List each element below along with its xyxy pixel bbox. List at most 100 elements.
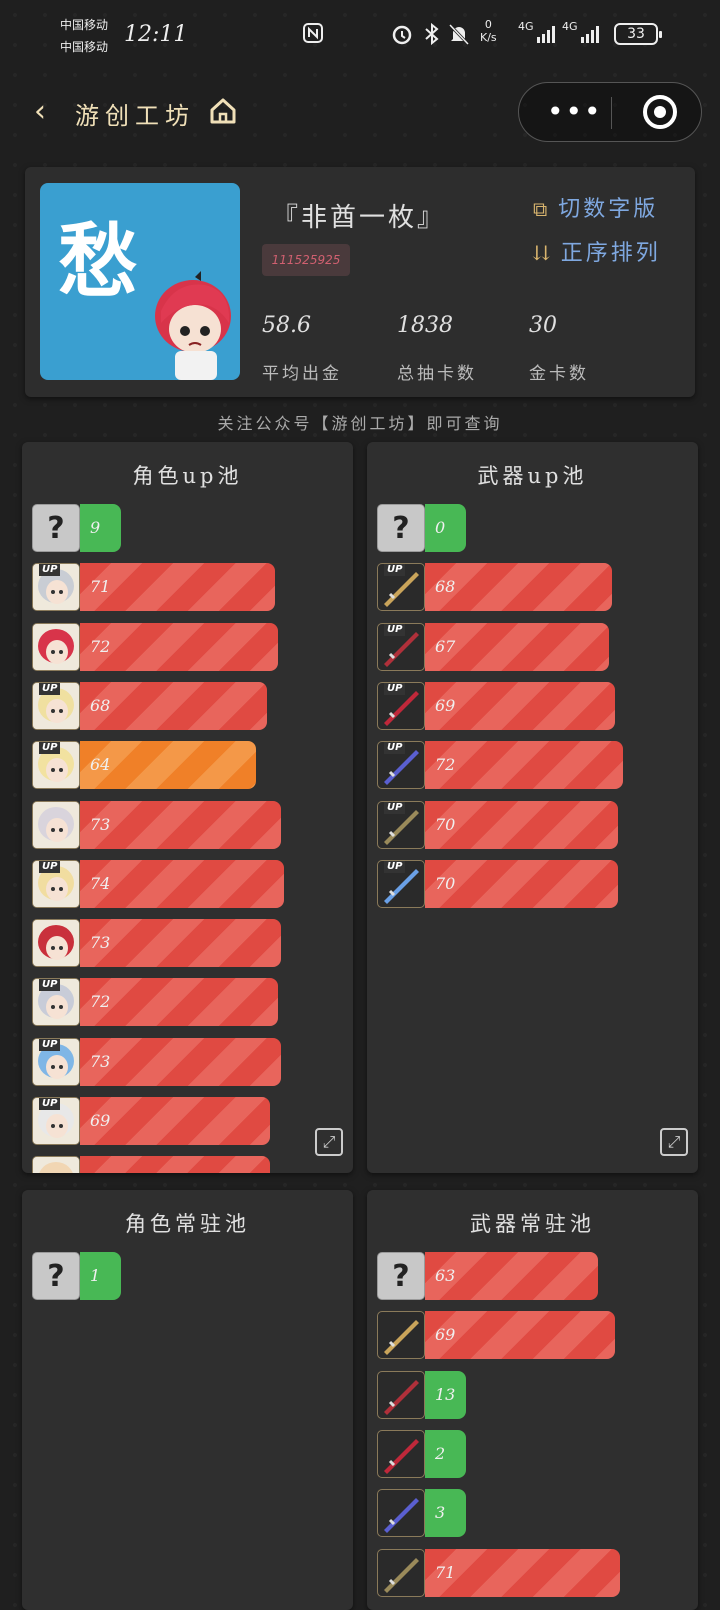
pity-count-bar: 71 (80, 563, 275, 611)
pity-count-bar: 9 (80, 504, 121, 552)
pool-row[interactable]: UP 68 (32, 682, 343, 732)
weapon-icon (377, 1549, 425, 1597)
character-portrait-icon (32, 623, 80, 671)
stat-total-pulls-value: 1838 (397, 313, 453, 338)
pity-count-bar: 72 (80, 978, 278, 1026)
pool-row[interactable]: UP 68 (377, 563, 688, 613)
unknown-item-icon: ? (32, 504, 80, 552)
pool-title: 武器常驻池 (470, 1212, 595, 1236)
sort-order-button[interactable]: ⇊ 正序排列 (533, 235, 661, 267)
pool-row[interactable]: 71 (377, 1549, 688, 1599)
pool-row[interactable]: ? 9 (32, 504, 343, 554)
pool-row[interactable]: ? 63 (377, 1252, 688, 1302)
pity-count-bar: 68 (80, 682, 267, 730)
more-icon[interactable]: ••• (547, 95, 603, 128)
pool-row[interactable]: UP 71 (32, 563, 343, 613)
pity-count-bar: 72 (425, 741, 623, 789)
question-mark-icon: ? (392, 511, 410, 546)
unknown-item-icon: ? (377, 1252, 425, 1300)
avatar-character-illustration (155, 271, 231, 380)
miniprogram-capsule: ••• (518, 82, 702, 142)
pool-row[interactable]: UP 70 (377, 801, 688, 851)
pool-title: 角色up池 (132, 464, 243, 488)
sort-icon: ⇊ (533, 241, 553, 265)
home-icon[interactable] (208, 96, 238, 126)
network-type-1: 4G (518, 20, 534, 33)
character-portrait-icon (32, 801, 80, 849)
pity-count-bar: 70 (425, 801, 618, 849)
pool-row[interactable]: UP 69 (32, 1097, 343, 1147)
close-miniprogram-icon[interactable] (643, 95, 677, 129)
pool-rows: ? 9 UP 71 72 UP 68 UP 64 73 UP 74 73 UP 72 UP 73 UP 69 (32, 504, 343, 1173)
pity-count-bar: 71 (425, 1549, 620, 1597)
question-mark-icon: ? (392, 1259, 410, 1294)
pity-count-bar: 1 (80, 1252, 121, 1300)
pool-row[interactable]: 73 (32, 919, 343, 969)
up-badge: UP (39, 1039, 61, 1051)
pool-row[interactable] (32, 1156, 343, 1173)
notice-text: 关注公众号【游创工坊】即可查询 (217, 414, 503, 433)
bluetooth-icon (422, 22, 442, 51)
character-portrait-icon: UP (32, 682, 80, 730)
clock: 12:11 (124, 22, 188, 47)
pity-count-bar: 69 (425, 1311, 615, 1359)
stat-avg-gold-value: 58.6 (262, 313, 311, 338)
pool-row[interactable]: UP 72 (377, 741, 688, 791)
weapon-icon: UP (377, 801, 425, 849)
pool-title: 角色常驻池 (125, 1212, 250, 1236)
pity-count-bar: 63 (425, 1252, 598, 1300)
character-portrait-icon (32, 919, 80, 967)
pool-rows: ? 63 69 13 2 3 71 (377, 1252, 688, 1610)
unknown-item-icon: ? (377, 504, 425, 552)
stat-total-pulls-label: 总抽卡数 (397, 364, 477, 384)
sort-order-label: 正序排列 (560, 241, 661, 266)
back-button[interactable]: ‹ (34, 94, 46, 129)
pool-row[interactable]: 73 (32, 801, 343, 851)
character-portrait-icon: UP (32, 1097, 80, 1145)
pool-row[interactable]: 69 (377, 1311, 688, 1361)
character-portrait-icon: UP (32, 1038, 80, 1086)
signal-icon-2 (580, 24, 600, 49)
expand-icon[interactable]: ⤢ (315, 1128, 343, 1156)
pity-count-bar (80, 1156, 270, 1173)
pool-rows: ? 1 (32, 1252, 343, 1610)
character-portrait-icon: UP (32, 741, 80, 789)
up-badge: UP (39, 1098, 61, 1110)
pity-count-bar: 2 (425, 1430, 466, 1478)
pool-row[interactable]: 3 (377, 1489, 688, 1539)
pool-row[interactable]: UP 73 (32, 1038, 343, 1088)
pool-row[interactable]: 72 (32, 623, 343, 673)
switch-numeric-button[interactable]: ⧉ 切数字版 (533, 191, 658, 223)
question-mark-icon: ? (47, 511, 65, 546)
stat-gold-count-label: 金卡数 (529, 364, 589, 384)
page-title: 游创工坊 (75, 102, 195, 130)
nfc-icon (302, 22, 324, 49)
pool-row[interactable]: UP 74 (32, 860, 343, 910)
pool-row[interactable]: 13 (377, 1371, 688, 1421)
mute-bell-icon (448, 22, 470, 51)
pool-row[interactable]: UP 67 (377, 623, 688, 673)
pity-count-bar: 74 (80, 860, 284, 908)
pity-count-bar: 64 (80, 741, 256, 789)
unknown-item-icon: ? (32, 1252, 80, 1300)
up-badge: UP (39, 861, 61, 873)
pool-row[interactable]: UP 69 (377, 682, 688, 732)
pool-row[interactable]: UP 72 (32, 978, 343, 1028)
up-badge: UP (384, 802, 406, 814)
weapon-icon (377, 1311, 425, 1359)
pool-row[interactable]: ? 1 (32, 1252, 343, 1302)
pool-row[interactable]: UP 70 (377, 860, 688, 910)
pool-row[interactable]: ? 0 (377, 504, 688, 554)
pool-row[interactable]: 2 (377, 1430, 688, 1480)
expand-icon[interactable]: ⤢ (660, 1128, 688, 1156)
pity-count-bar: 69 (80, 1097, 270, 1145)
character-portrait-icon: UP (32, 978, 80, 1026)
weapon-icon: UP (377, 682, 425, 730)
character-portrait-icon: UP (32, 860, 80, 908)
profile-card: 愁 『非酋一枚』 111525925 ⧉ 切数字版 ⇊ 正序排列 58.6 平均出金… (25, 167, 695, 397)
uid-badge: 111525925 (262, 244, 350, 276)
up-badge: UP (39, 564, 61, 576)
pool-row[interactable]: UP 64 (32, 741, 343, 791)
stat-gold-count-value: 30 (529, 313, 557, 338)
pool-panel-character-up: 角色up池 ? 9 UP 71 72 UP 68 UP 64 73 UP 74 73 UP 72 UP 73 UP… (22, 442, 353, 1173)
